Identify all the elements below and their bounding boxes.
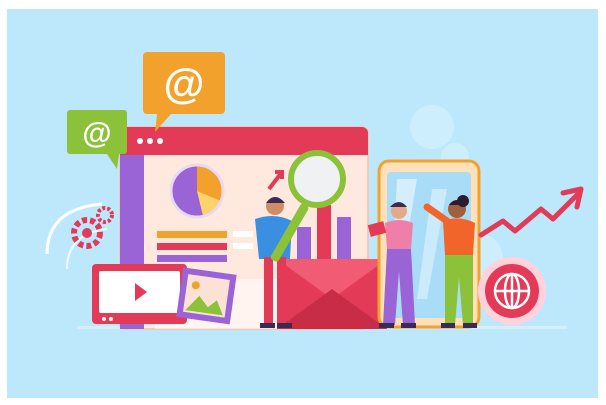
at-glyph: @ — [82, 117, 111, 150]
marketing-illustration: @ @ — [7, 9, 598, 398]
content-bar — [157, 255, 227, 262]
content-bar — [157, 231, 227, 238]
bar-chart-bar — [337, 217, 351, 263]
bar-chart-bar — [297, 227, 311, 263]
at-glyph: @ — [164, 60, 205, 107]
video-player — [92, 264, 187, 324]
content-bar — [157, 243, 227, 250]
illustration-frame: @ @ — [7, 9, 598, 398]
globe-icon — [478, 257, 546, 325]
bg-circle — [410, 105, 454, 149]
pie-chart-icon — [169, 163, 225, 219]
envelope-icon — [277, 259, 387, 329]
content-bar — [233, 231, 253, 237]
image-icon — [176, 267, 237, 325]
bar-chart-bar — [317, 205, 331, 263]
content-bar — [233, 243, 253, 249]
